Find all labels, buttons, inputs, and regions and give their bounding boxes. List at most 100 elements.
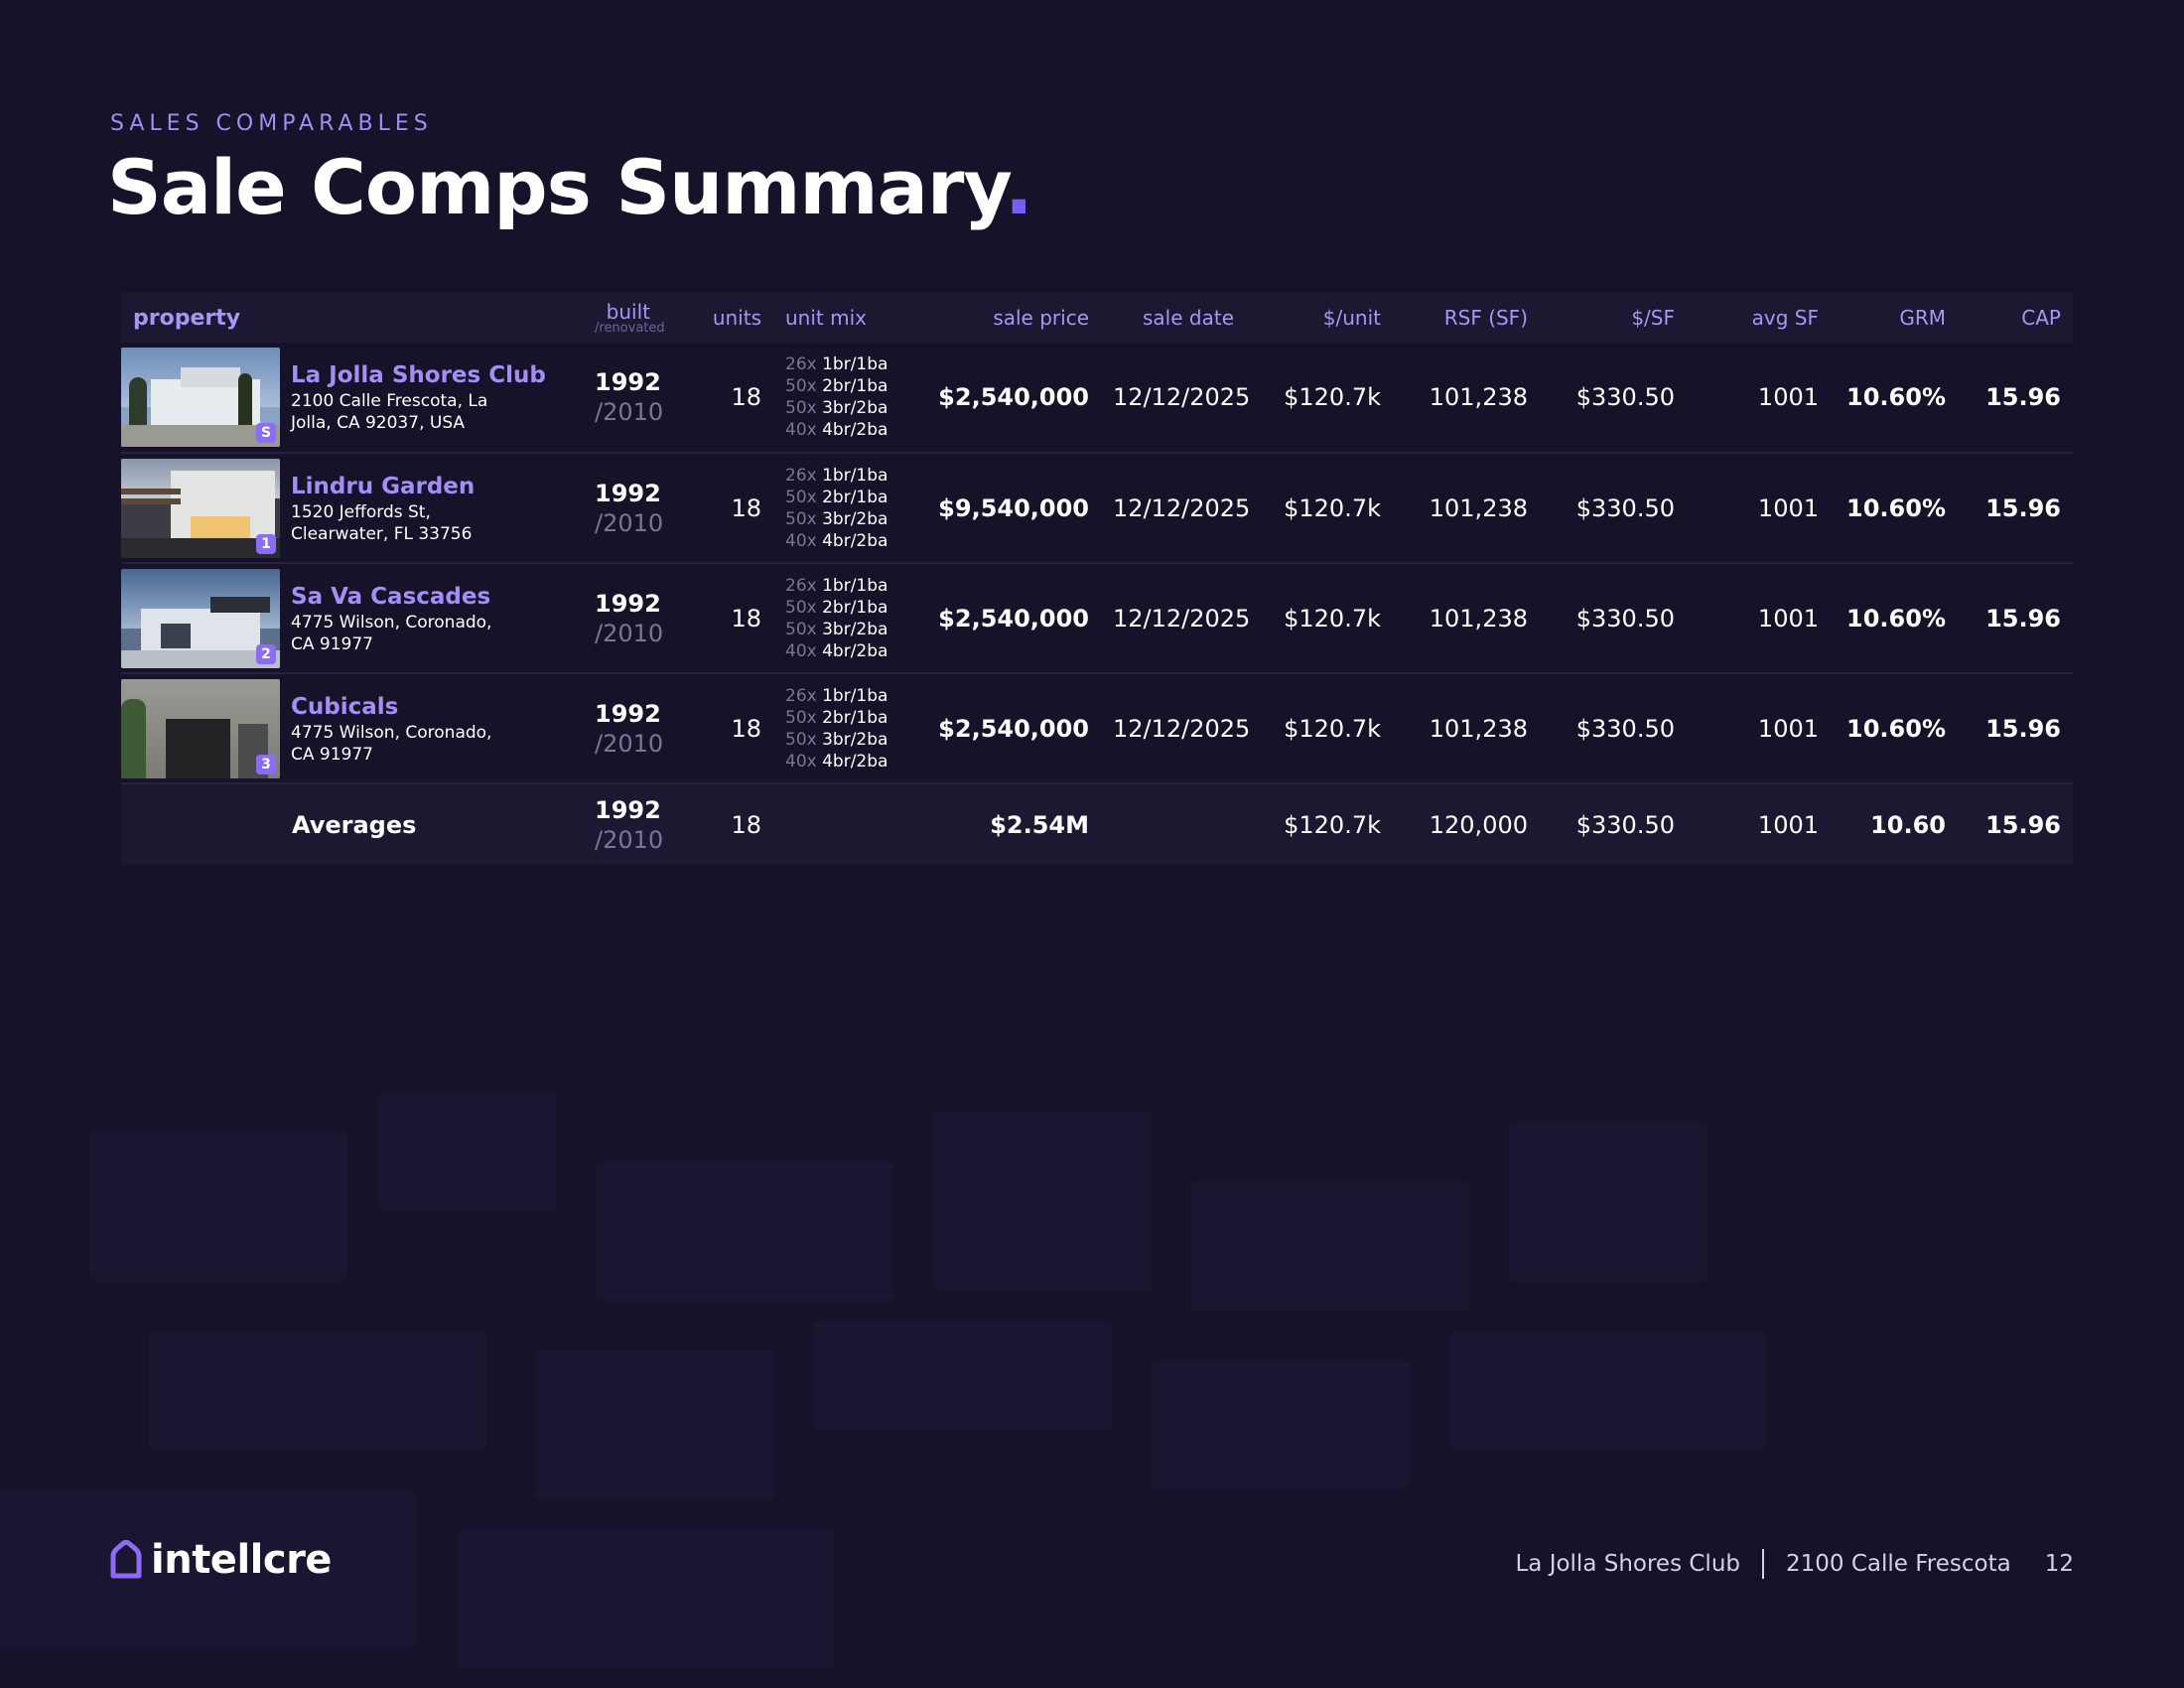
- col-header-built-sub: /renovated: [595, 320, 665, 336]
- sale-price-cell: $2,540,000: [938, 714, 1089, 743]
- property-photo: 2: [121, 568, 280, 668]
- unit-mix-line: 50x 3br/2ba: [785, 397, 910, 419]
- property-cell: 3 Cubicals 4775 Wilson, Coronado, CA 919…: [121, 673, 583, 783]
- built-cell: 1992 /2010: [583, 563, 663, 673]
- property-name[interactable]: Sa Va Cascades: [291, 582, 519, 612]
- unit-mix-type: 2br/1ba: [822, 707, 888, 728]
- cap-cell: 15.96: [1985, 493, 2061, 522]
- unit-mix-qty: 26x: [785, 354, 817, 374]
- unit-mix-qty: 40x: [785, 640, 817, 661]
- background-pattern: [0, 1072, 2184, 1688]
- unit-mix-line: 40x 4br/2ba: [785, 751, 910, 773]
- unit-mix-line: 50x 2br/1ba: [785, 597, 910, 619]
- sale-date-cell: 12/12/2025: [1113, 714, 1251, 743]
- col-header-unit-mix: unit mix: [785, 306, 867, 330]
- unit-mix-qty: 26x: [785, 685, 817, 706]
- avg-grm-cell: 10.60: [1870, 810, 1946, 839]
- units-cell: 18: [731, 493, 761, 522]
- renovated-year: /2010: [595, 508, 664, 537]
- unit-mix-line: 40x 4br/2ba: [785, 419, 910, 441]
- unit-mix-qty: 40x: [785, 530, 817, 551]
- unit-mix-qty: 50x: [785, 508, 817, 529]
- avg-rsf-cell: 120,000: [1429, 810, 1528, 839]
- rsf-cell: 101,238: [1429, 383, 1528, 411]
- property-name[interactable]: Lindru Garden: [291, 472, 519, 501]
- unit-mix-line: 50x 3br/2ba: [785, 729, 910, 751]
- renovated-year: /2010: [595, 398, 664, 426]
- avg-units-cell: 18: [731, 810, 761, 839]
- unit-mix-type: 1br/1ba: [822, 465, 888, 486]
- sale-price-cell: $2,540,000: [938, 383, 1089, 411]
- built-year: 1992: [595, 589, 661, 618]
- unit-mix-qty: 40x: [785, 751, 817, 772]
- rsf-cell: 101,238: [1429, 604, 1528, 633]
- unit-mix-type: 4br/2ba: [822, 530, 888, 551]
- house-logo-icon: [110, 1540, 142, 1579]
- property-address: 4775 Wilson, Coronado, CA 91977: [291, 612, 492, 654]
- sale-price-cell: $2,540,000: [938, 604, 1089, 633]
- unit-mix-qty: 50x: [785, 729, 817, 750]
- col-header-avg-sf: avg SF: [1751, 306, 1819, 330]
- renovated-year: /2010: [595, 729, 664, 758]
- property-address: 4775 Wilson, Coronado, CA 91977: [291, 722, 492, 765]
- unit-mix-qty: 50x: [785, 707, 817, 728]
- col-header-rsf: RSF (SF): [1443, 306, 1528, 330]
- avg-sf-cell: 1001: [1757, 714, 1819, 743]
- unit-mix-line: 50x 3br/2ba: [785, 619, 910, 640]
- col-header-units: units: [712, 306, 761, 330]
- col-header-built-label: built: [606, 299, 650, 324]
- footer-address: 2100 Calle Frescota: [1786, 1551, 2011, 1577]
- avg-sf-cell: 1001: [1757, 493, 1819, 522]
- property-address: 2100 Calle Frescota, La Jolla, CA 92037,…: [291, 391, 488, 433]
- table-row[interactable]: 1 Lindru Garden 1520 Jeffords St, Clearw…: [121, 453, 2073, 563]
- unit-mix-line: 26x 1br/1ba: [785, 353, 910, 375]
- averages-row: Averages 1992 /2010 18 $2.54M $120.7k 12…: [121, 783, 2073, 865]
- col-header-sale-price: sale price: [993, 306, 1089, 330]
- footer-meta: La Jolla Shores Club 2100 Calle Frescota…: [1515, 1549, 2074, 1579]
- col-header-sale-date: sale date: [1143, 306, 1234, 330]
- unit-mix-cell: 26x 1br/1ba 50x 2br/1ba 50x 3br/2ba 40x …: [773, 563, 922, 673]
- property-photo: 3: [121, 678, 280, 778]
- table-row[interactable]: 2 Sa Va Cascades 4775 Wilson, Coronado, …: [121, 563, 2073, 673]
- unit-mix-qty: 50x: [785, 619, 817, 639]
- averages-label: Averages: [292, 810, 417, 839]
- property-badge: 3: [256, 754, 276, 774]
- property-cell: 1 Lindru Garden 1520 Jeffords St, Clearw…: [121, 453, 583, 563]
- unit-mix-type: 1br/1ba: [822, 685, 888, 706]
- unit-mix-qty: 40x: [785, 420, 817, 440]
- per-unit-cell: $120.7k: [1284, 604, 1381, 633]
- unit-mix-qty: 26x: [785, 465, 817, 486]
- rsf-cell: 101,238: [1429, 493, 1528, 522]
- property-name[interactable]: Cubicals: [291, 692, 519, 722]
- cap-cell: 15.96: [1985, 383, 2061, 411]
- sale-date-cell: 12/12/2025: [1113, 383, 1251, 411]
- units-cell: 18: [731, 383, 761, 411]
- per-sf-cell: $330.50: [1575, 714, 1675, 743]
- avg-avg-sf-cell: 1001: [1757, 810, 1819, 839]
- property-badge: 1: [256, 533, 276, 554]
- per-sf-cell: $330.50: [1575, 493, 1675, 522]
- built-cell: 1992 /2010: [583, 673, 664, 783]
- col-header-per-unit: $/unit: [1322, 306, 1381, 330]
- units-cell: 18: [731, 604, 761, 633]
- table-row[interactable]: 3 Cubicals 4775 Wilson, Coronado, CA 919…: [121, 673, 2073, 783]
- grm-cell: 10.60%: [1846, 493, 1946, 522]
- avg-cap-cell: 15.96: [1985, 810, 2061, 839]
- unit-mix-type: 2br/1ba: [822, 487, 888, 507]
- avg-built-year: 1992: [595, 795, 661, 824]
- unit-mix-qty: 50x: [785, 487, 817, 507]
- unit-mix-type: 4br/2ba: [822, 640, 888, 661]
- property-name[interactable]: La Jolla Shores Club: [291, 360, 546, 390]
- unit-mix-line: 50x 2br/1ba: [785, 707, 910, 729]
- table-row[interactable]: S La Jolla Shores Club 2100 Calle Fresco…: [121, 343, 2073, 453]
- avg-unit-mix-cell: [773, 783, 922, 865]
- built-year: 1992: [595, 368, 661, 396]
- built-cell: 1992 /2010: [583, 453, 664, 563]
- brand-logo: intellcre: [109, 1537, 332, 1583]
- unit-mix-cell: 26x 1br/1ba 50x 2br/1ba 50x 3br/2ba 40x …: [773, 673, 922, 783]
- section-eyebrow: SALES COMPARABLES: [110, 111, 433, 136]
- title-accent-dot: .: [1004, 143, 1033, 231]
- col-header-property: property: [133, 305, 241, 331]
- per-unit-cell: $120.7k: [1284, 383, 1381, 411]
- per-unit-cell: $120.7k: [1284, 714, 1381, 743]
